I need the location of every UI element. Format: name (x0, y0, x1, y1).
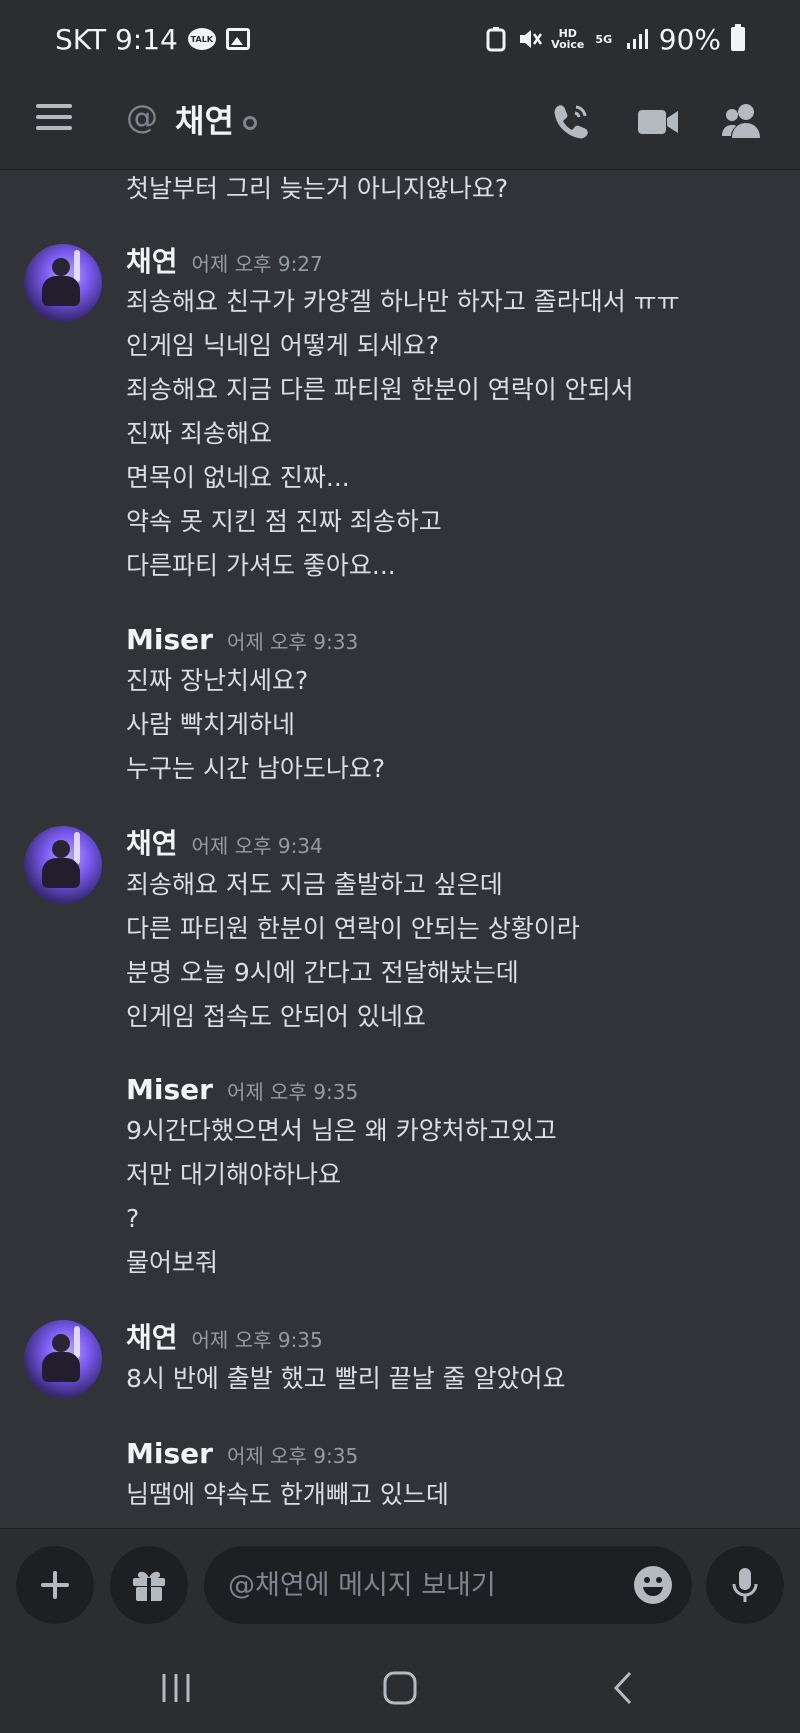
user-avatar[interactable] (24, 1320, 102, 1398)
dm-header: @ 채연 (0, 78, 800, 170)
phone-call-icon (554, 105, 588, 139)
message-author[interactable]: 채연 어제 오후 9:34 (126, 826, 323, 864)
message-line: 약속 못 지킨 점 진짜 죄송하고 (126, 507, 442, 536)
message-line: 8시 반에 출발 했고 빨리 끝날 줄 알았어요 (126, 1364, 566, 1393)
system-nav-bar (0, 1640, 800, 1733)
status-bar: SKT 9:14 TALK HD Voice 5G 90% (0, 0, 800, 78)
gift-button[interactable] (110, 1546, 188, 1624)
mute-icon (517, 26, 543, 52)
message-author[interactable]: 채연 어제 오후 9:27 (126, 244, 323, 282)
smiley-icon (634, 1566, 672, 1604)
user-avatar[interactable] (24, 244, 102, 322)
message-line: 죄송해요 저도 지금 출발하고 싶은데 (126, 870, 503, 899)
recents-button[interactable] (156, 1670, 196, 1706)
at-icon: @ (126, 98, 158, 136)
microphone-icon (732, 1568, 758, 1602)
message-line: 죄송해요 친구가 카양겔 하나만 하자고 졸라대서 ㅠㅠ (126, 287, 680, 316)
gift-icon (133, 1571, 165, 1601)
home-button[interactable] (380, 1670, 420, 1706)
gallery-icon (225, 28, 250, 50)
video-call-button[interactable] (636, 100, 680, 144)
message-line: 인게임 접속도 안되어 있네요 (126, 1002, 426, 1031)
message-timestamp: 어제 오후 9:33 (226, 630, 359, 654)
message-line: 저만 대기해야하나요 (126, 1160, 341, 1189)
back-button[interactable] (604, 1670, 644, 1706)
voice-call-button[interactable] (548, 100, 592, 144)
message-line: 첫날부터 그리 늦는거 아니지않나요? (126, 174, 509, 203)
message-line: 다른파티 가셔도 좋아요... (126, 551, 396, 580)
5g-icon: 5G (595, 32, 613, 46)
message-timestamp: 어제 오후 9:35 (226, 1080, 359, 1104)
author-name: 채연 (126, 245, 178, 278)
emoji-button[interactable] (632, 1564, 674, 1606)
message-composer (0, 1528, 800, 1640)
message-line: 죄송해요 지금 다른 파티원 한분이 연락이 안되서 (126, 375, 634, 404)
hd-voice-icon: HD Voice (551, 27, 585, 51)
message-timestamp: 어제 오후 9:35 (191, 1328, 323, 1352)
dm-username[interactable]: 채연 (175, 96, 234, 142)
message-line: 9시간다했으면서 님은 왜 카양처하고있고 (126, 1116, 557, 1145)
message-line: 면목이 없네요 진짜... (126, 463, 350, 492)
kakaotalk-icon: TALK (187, 28, 216, 50)
battery-icon (731, 24, 745, 51)
add-attachment-button[interactable] (16, 1546, 94, 1624)
members-button[interactable] (720, 100, 764, 144)
author-name: 채연 (126, 1321, 178, 1354)
battery-percent: 90% (658, 22, 721, 56)
message-author[interactable]: Miser 어제 오후 9:35 (126, 1072, 358, 1110)
author-name: Miser (126, 1437, 213, 1470)
message-input[interactable] (228, 1569, 608, 1601)
recents-icon (162, 1674, 190, 1702)
user-avatar[interactable] (24, 826, 102, 904)
voice-message-button[interactable] (706, 1546, 784, 1624)
plus-icon (41, 1571, 69, 1599)
people-icon (722, 104, 760, 138)
message-timestamp: 어제 오후 9:27 (191, 252, 323, 276)
author-name: 채연 (126, 827, 178, 860)
video-camera-icon (638, 110, 678, 134)
recycle-icon (485, 26, 507, 52)
author-name: Miser (126, 623, 213, 656)
message-line: 진짜 장난치세요? (126, 666, 309, 695)
message-author[interactable]: 채연 어제 오후 9:35 (126, 1320, 323, 1358)
message-line: 인게임 닉네임 어떻게 되세요? (126, 331, 440, 360)
message-timestamp: 어제 오후 9:35 (226, 1444, 359, 1468)
back-icon (613, 1671, 632, 1705)
message-list[interactable]: 첫날부터 그리 늦는거 아니지않나요? 채연 어제 오후 9:27 죄송해요 친구… (0, 170, 800, 1528)
carrier-time: SKT 9:14 (55, 22, 178, 56)
message-author[interactable]: Miser 어제 오후 9:35 (126, 1436, 358, 1474)
message-input-container[interactable] (204, 1546, 692, 1624)
message-line: 다른 파티원 한분이 연락이 안되는 상황이라 (126, 914, 580, 943)
message-line: 물어보줘 (126, 1248, 219, 1277)
message-line: 분명 오늘 9시에 간다고 전달해놨는데 (126, 958, 519, 987)
message-line: 진짜 죄송해요 (126, 419, 272, 448)
message-line: 사람 빡치게하네 (126, 710, 295, 739)
author-name: Miser (126, 1073, 213, 1106)
signal-icon (625, 27, 649, 51)
message-timestamp: 어제 오후 9:34 (191, 834, 323, 858)
message-line: 님땜에 약속도 한개빼고 있느데 (126, 1480, 449, 1509)
menu-icon[interactable] (36, 104, 72, 134)
message-line: 누구는 시간 남아도나요? (126, 754, 386, 783)
message-author[interactable]: Miser 어제 오후 9:33 (126, 622, 358, 660)
home-icon (383, 1671, 417, 1705)
offline-status-icon (243, 116, 257, 130)
message-line: ? (126, 1204, 140, 1233)
